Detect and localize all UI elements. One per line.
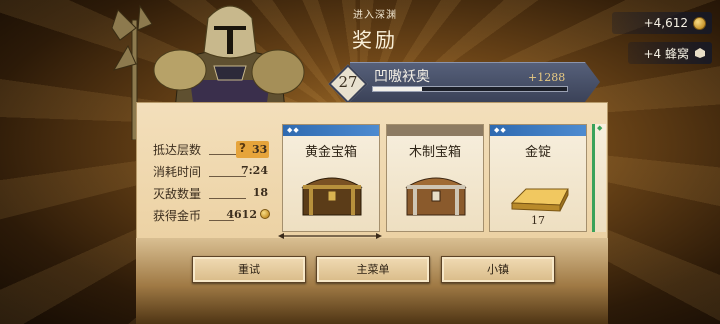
town-button[interactable]: 小镇 (441, 256, 555, 283)
hive-amount: +4 蜂窝 (643, 46, 689, 61)
stat-kills-label: 灭敌数量 (153, 187, 202, 201)
reward-card-gold-chest[interactable]: ◆◆ 黄金宝箱 (282, 124, 380, 232)
hive-icon (695, 48, 705, 58)
gold-ingot-icon (510, 188, 569, 212)
stat-kills-value: 18 (252, 186, 268, 199)
player-name: 凹嗷袄奥 (374, 69, 430, 85)
reward-card-peek[interactable]: ◆ (592, 124, 606, 232)
reward-title: 金锭 (524, 145, 551, 160)
retry-button[interactable]: 重试 (192, 256, 306, 283)
card-rarity-bar: ◆◆ (283, 125, 379, 136)
xp-gain: +1288 (528, 71, 566, 84)
stat-coins-label: 获得金币 (153, 209, 202, 223)
stat-coins-value: 4612 (226, 208, 270, 221)
xp-bar (372, 86, 568, 92)
stat-kills: 灭敌数量 18 (153, 184, 268, 202)
wood-chest-icon (405, 177, 467, 216)
scroll-indicator[interactable] (278, 233, 382, 239)
gold-counter: +4,612 (612, 12, 712, 34)
stat-time-label: 消耗时间 (153, 165, 202, 179)
stat-floor-label: 抵达层数 (153, 143, 202, 157)
stat-time: 消耗时间 7:24 (153, 162, 268, 180)
xp-bar-fill (373, 87, 422, 91)
reward-card-gold-ingot[interactable]: ◆◆ 金锭 17 (489, 124, 587, 232)
reward-title: 木制宝箱 (408, 145, 461, 160)
card-rarity-bar (387, 125, 483, 136)
reward-title: 黄金宝箱 (304, 145, 357, 160)
stat-floor-value: 33 (252, 143, 268, 156)
coin-icon (693, 16, 706, 30)
header-subtitle: 进入深渊 (353, 10, 397, 21)
coin-icon (260, 209, 270, 219)
main-menu-button[interactable]: 主菜单 (316, 256, 430, 283)
stat-time-value: 7:24 (240, 164, 268, 177)
card-rarity-bar: ◆◆ (490, 125, 586, 136)
stat-coins: 获得金币 4612 (153, 206, 270, 224)
floor-badge-icon: ? (239, 141, 246, 155)
reward-qty: 17 (531, 214, 545, 227)
gold-chest-icon (301, 177, 363, 216)
reward-card-wood-chest[interactable]: 木制宝箱 (386, 124, 484, 232)
gold-amount: +4,612 (643, 16, 688, 30)
rank-level: 27 (338, 73, 358, 91)
hive-counter: +4 蜂窝 (628, 42, 712, 64)
page-title: 奖励 (352, 28, 398, 52)
